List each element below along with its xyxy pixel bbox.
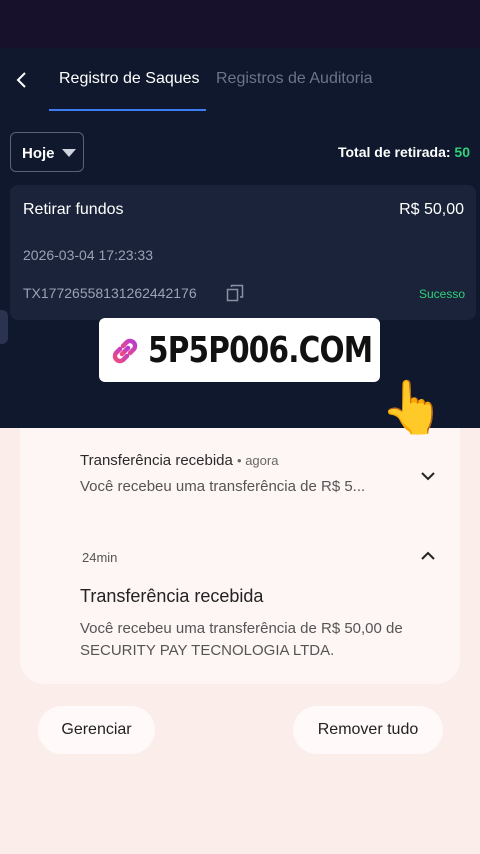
- status-badge: Sucesso: [418, 287, 465, 301]
- tab-audit-records[interactable]: Registros de Auditoria: [216, 70, 373, 88]
- caret-down-icon: [62, 149, 76, 157]
- total-label: Total de retirada:: [337, 144, 451, 160]
- back-arrow-icon[interactable]: [10, 66, 34, 94]
- watermark-banner: 5P5P006.COM: [99, 318, 380, 382]
- manage-button[interactable]: Gerenciar: [38, 706, 155, 754]
- notification-body: Você recebeu uma transferência de R$ 50,…: [80, 620, 403, 659]
- link-icon: [112, 338, 138, 364]
- active-tab-indicator: [49, 109, 206, 111]
- notification-title: Transferência recebida: [80, 586, 264, 606]
- withdrawal-amount: R$ 50,00: [399, 201, 464, 218]
- date-filter-dropdown[interactable]: Hoje: [10, 132, 84, 172]
- side-handle[interactable]: [0, 310, 8, 344]
- withdrawal-title: Retirar fundos: [23, 201, 124, 218]
- clear-all-button[interactable]: Remover tudo: [293, 706, 443, 754]
- pointing-hand-icon: 👆: [380, 379, 445, 437]
- banner-text: 5P5P006.COM: [148, 330, 373, 371]
- copy-icon[interactable]: [226, 284, 244, 302]
- chevron-up-icon[interactable]: [416, 544, 440, 568]
- notification-time: agora: [245, 453, 279, 468]
- notification-collapsed-header[interactable]: Transferência recebida • agora: [80, 452, 278, 469]
- notification-title: Transferência recebida: [80, 452, 233, 469]
- withdrawal-card: Retirar fundos R$ 50,00 2026-03-04 17:23…: [10, 185, 476, 320]
- status-bar: [0, 0, 480, 48]
- notification-time: 24min: [82, 550, 118, 565]
- notification-preview: Você recebeu uma transferência de R$ 5..…: [80, 478, 366, 495]
- date-filter-value: Hoje: [22, 145, 55, 162]
- transaction-id: TX17726558131262442176: [23, 285, 197, 301]
- tab-withdrawal-records[interactable]: Registro de Saques: [59, 70, 200, 88]
- total-withdrawal: Total de retirada: 50: [338, 144, 470, 160]
- withdrawal-datetime: 2026-03-04 17:23:33: [23, 247, 153, 263]
- total-value: 50: [454, 144, 470, 160]
- chevron-down-icon[interactable]: [416, 464, 440, 488]
- notification-panel: Transferência recebida • agora Você rece…: [20, 428, 460, 684]
